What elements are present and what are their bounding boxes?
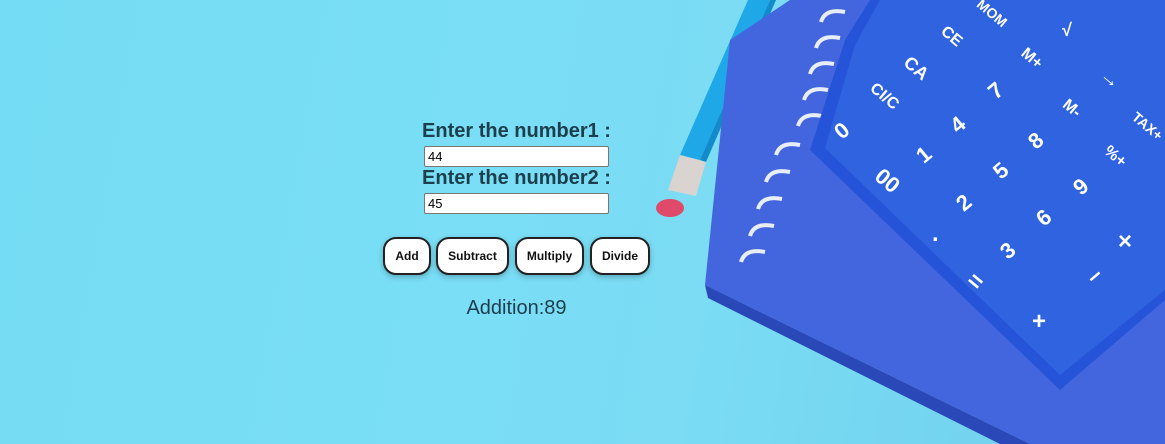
key-tax: TAX+ bbox=[1128, 108, 1165, 144]
key-times: × bbox=[1118, 228, 1133, 255]
key-plus: + bbox=[1032, 308, 1047, 335]
subtract-button[interactable]: Subtract bbox=[436, 237, 509, 275]
key-m-plus: M+ bbox=[1017, 44, 1046, 73]
result-text: Addition:89 bbox=[466, 297, 567, 319]
number2-input[interactable] bbox=[424, 193, 609, 214]
key-two: 2 bbox=[951, 189, 977, 217]
key-mem: MOM bbox=[973, 0, 1011, 31]
multiply-button[interactable]: Multiply bbox=[515, 237, 584, 275]
key-ci-c: CI/C bbox=[866, 79, 903, 114]
key-one: 1 bbox=[911, 141, 937, 169]
add-button[interactable]: Add bbox=[383, 237, 431, 275]
key-nine: 9 bbox=[1068, 173, 1094, 201]
number1-input[interactable] bbox=[424, 146, 609, 167]
calculator-keys: MOM CE √ CA M+ → CI/C 7 M- TAX+ 0 4 8 %+… bbox=[0, 0, 1165, 444]
key-ca: CA bbox=[899, 52, 933, 85]
calculator-icon bbox=[810, 0, 1165, 390]
key-percent: %+ bbox=[1100, 142, 1130, 171]
key-m-minus: M- bbox=[1059, 96, 1085, 122]
key-equals: = bbox=[961, 266, 990, 297]
key-three: 3 bbox=[995, 237, 1021, 265]
background-photo bbox=[0, 0, 1165, 444]
key-sqrt: √ bbox=[1062, 20, 1072, 40]
key-arrow: → bbox=[1095, 64, 1126, 94]
notebook-icon bbox=[705, 0, 1165, 444]
number2-label: Enter the number2 : bbox=[422, 167, 611, 189]
key-seven: 7 bbox=[983, 77, 1009, 105]
number1-label: Enter the number1 : bbox=[422, 120, 611, 142]
key-minus: – bbox=[1080, 260, 1109, 291]
key-dot: . bbox=[932, 220, 939, 247]
divide-button[interactable]: Divide bbox=[590, 237, 650, 275]
key-ce: CE bbox=[937, 22, 966, 51]
key-six: 6 bbox=[1031, 204, 1057, 232]
